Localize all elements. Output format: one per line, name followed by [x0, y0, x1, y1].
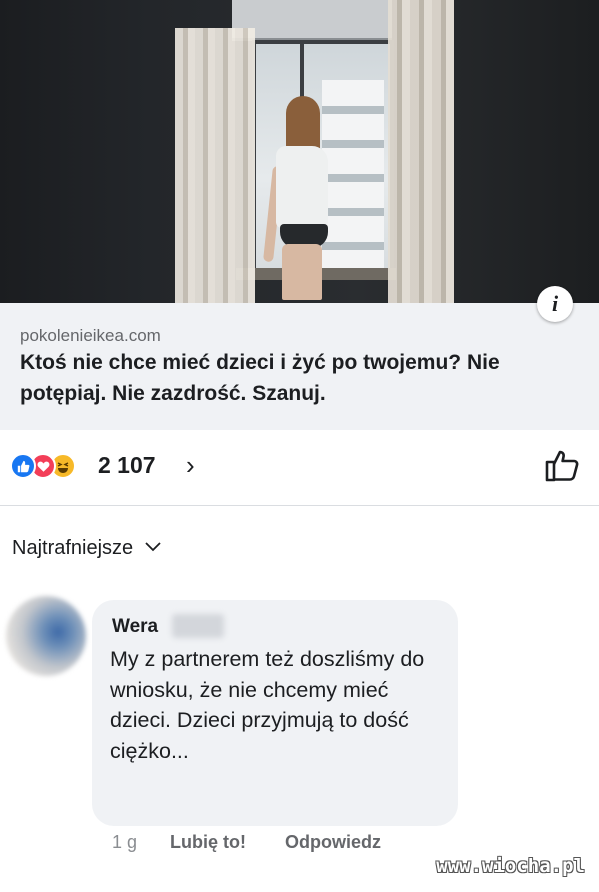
comment-bubble: Wera My z partnerem też doszliśmy do wni… — [92, 600, 458, 826]
air-conditioner — [232, 0, 392, 41]
comment-actions: 1 g Lubię to! Odpowiedz — [112, 832, 381, 853]
reactions-bar: 2 107 › — [0, 432, 599, 504]
chevron-right-icon[interactable]: › — [186, 450, 195, 481]
curtain-left — [175, 28, 255, 303]
avatar[interactable] — [6, 596, 86, 676]
comment-text: My z partnerem też doszliśmy do wniosku,… — [110, 647, 425, 763]
comment-author[interactable]: Wera — [112, 616, 158, 638]
curtain-right — [388, 0, 454, 303]
author-surname-blur — [172, 614, 224, 638]
reaction-icons[interactable] — [10, 453, 96, 479]
comment-sort-dropdown[interactable]: Najtrafniejsze — [12, 537, 161, 560]
watermark: www.wiocha.pl — [436, 855, 585, 877]
comment-time[interactable]: 1 g — [112, 832, 137, 853]
like-reaction-icon — [10, 453, 36, 479]
reaction-count[interactable]: 2 107 — [98, 452, 156, 479]
thumbs-up-icon[interactable] — [544, 447, 580, 483]
link-headline[interactable]: Ktoś nie chce mieć dzieci i żyć po twoje… — [20, 347, 580, 409]
chevron-down-icon — [145, 539, 161, 556]
info-icon[interactable]: i — [537, 286, 573, 322]
post-image[interactable] — [0, 0, 599, 303]
sort-label: Najtrafniejsze — [12, 537, 134, 559]
link-preview[interactable]: pokolenieikea.com Ktoś nie chce mieć dzi… — [0, 303, 599, 430]
comment-reply-button[interactable]: Odpowiedz — [285, 832, 381, 853]
divider — [0, 505, 599, 506]
person-figure — [262, 96, 334, 300]
link-domain: pokolenieikea.com — [20, 326, 161, 345]
comment-like-button[interactable]: Lubię to! — [170, 832, 246, 853]
